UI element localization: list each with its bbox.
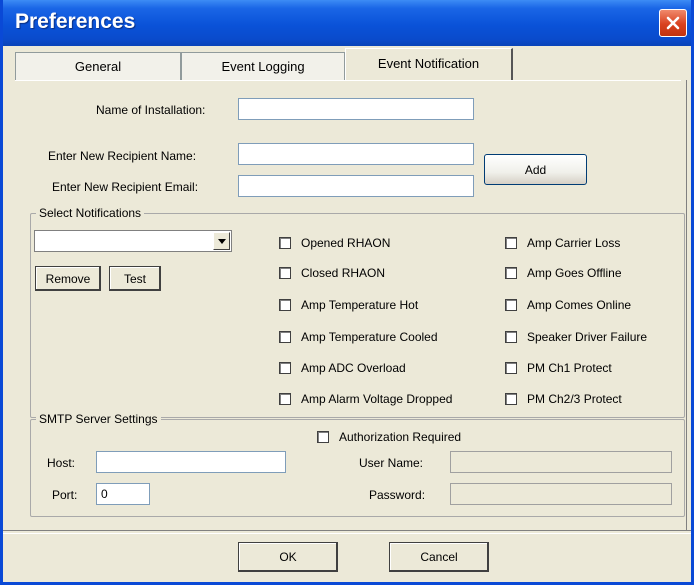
checkbox-amp-comes-online[interactable]: Amp Comes Online: [505, 298, 631, 312]
recipient-name-input[interactable]: [238, 143, 474, 165]
test-button[interactable]: Test: [109, 266, 161, 291]
checkbox-box[interactable]: [505, 299, 517, 311]
checkbox-label: Speaker Driver Failure: [527, 330, 648, 344]
checkbox-opened-rhaon[interactable]: Opened RHAON: [279, 236, 390, 250]
checkbox-box[interactable]: [505, 237, 517, 249]
checkbox-label: Closed RHAON: [301, 266, 386, 280]
checkbox-label: PM Ch2/3 Protect: [527, 392, 622, 406]
tab-general[interactable]: General: [15, 52, 181, 80]
checkbox-box[interactable]: [279, 393, 291, 405]
checkbox-amp-carrier-loss[interactable]: Amp Carrier Loss: [505, 236, 620, 250]
preferences-window: Preferences General Event Logging Event …: [0, 0, 694, 585]
checkbox-amp-goes-offline[interactable]: Amp Goes Offline: [505, 266, 622, 280]
checkbox-amp-adc-overload[interactable]: Amp ADC Overload: [279, 361, 406, 375]
tab-event-notification[interactable]: Event Notification: [345, 48, 513, 81]
close-button[interactable]: [659, 9, 687, 37]
ok-button[interactable]: OK: [238, 542, 338, 572]
checkbox-box[interactable]: [279, 331, 291, 343]
installation-name-input[interactable]: [238, 98, 474, 120]
username-input[interactable]: [450, 451, 672, 473]
checkbox-box[interactable]: [505, 267, 517, 279]
checkbox-pm-ch1-protect[interactable]: PM Ch1 Protect: [505, 361, 612, 375]
tab-label: General: [74, 59, 122, 74]
checkbox-pm-ch23-protect[interactable]: PM Ch2/3 Protect: [505, 392, 622, 406]
checkbox-box[interactable]: [279, 267, 291, 279]
checkbox-label: Amp Carrier Loss: [527, 236, 621, 250]
tab-label: Event Logging: [221, 59, 305, 74]
cancel-button[interactable]: Cancel: [389, 542, 489, 572]
checkbox-label: Amp Goes Offline: [527, 266, 622, 280]
checkbox-label: Amp ADC Overload: [301, 361, 406, 375]
installation-name-label: Name of Installation:: [96, 103, 206, 117]
checkbox-amp-temperature-cooled[interactable]: Amp Temperature Cooled: [279, 330, 438, 344]
port-label: Port:: [52, 488, 78, 502]
checkbox-label: Amp Temperature Cooled: [301, 330, 438, 344]
checkbox-label: Amp Alarm Voltage Dropped: [301, 392, 453, 406]
port-input[interactable]: 0: [96, 483, 150, 505]
tab-event-logging[interactable]: Event Logging: [181, 52, 345, 80]
checkbox-label: PM Ch1 Protect: [527, 361, 612, 375]
recipient-email-label: Enter New Recipient Email:: [52, 180, 199, 194]
password-input[interactable]: [450, 483, 672, 505]
recipient-name-label: Enter New Recipient Name:: [48, 149, 197, 163]
select-notifications-title: Select Notifications: [36, 206, 145, 220]
username-label: User Name:: [359, 456, 424, 470]
close-icon: [666, 16, 680, 30]
password-label: Password:: [369, 488, 426, 502]
checkbox-authorization-required[interactable]: Authorization Required: [317, 430, 461, 444]
checkbox-box[interactable]: [279, 299, 291, 311]
add-button[interactable]: Add: [484, 154, 587, 185]
checkbox-box[interactable]: [505, 331, 517, 343]
checkbox-speaker-driver-failure[interactable]: Speaker Driver Failure: [505, 330, 647, 344]
checkbox-label: Authorization Required: [339, 430, 462, 444]
checkbox-box[interactable]: [317, 431, 329, 443]
checkbox-amp-temperature-hot[interactable]: Amp Temperature Hot: [279, 298, 418, 312]
checkbox-box[interactable]: [505, 362, 517, 374]
remove-button[interactable]: Remove: [35, 266, 101, 291]
checkbox-label: Amp Comes Online: [527, 298, 632, 312]
checkbox-closed-rhaon[interactable]: Closed RHAON: [279, 266, 385, 280]
checkbox-amp-alarm-voltage-dropped[interactable]: Amp Alarm Voltage Dropped: [279, 392, 452, 406]
smtp-settings-title: SMTP Server Settings: [36, 412, 161, 426]
chevron-down-icon[interactable]: [213, 232, 230, 250]
checkbox-label: Amp Temperature Hot: [301, 298, 419, 312]
footer-separator: [3, 530, 691, 534]
checkbox-box[interactable]: [279, 237, 291, 249]
host-input[interactable]: [96, 451, 286, 473]
checkbox-box[interactable]: [505, 393, 517, 405]
checkbox-label: Opened RHAON: [301, 236, 391, 250]
recipient-select[interactable]: [34, 230, 232, 252]
window-title: Preferences: [15, 10, 136, 33]
title-bar[interactable]: Preferences: [3, 0, 691, 46]
checkbox-box[interactable]: [279, 362, 291, 374]
tab-label: Event Notification: [377, 56, 480, 71]
recipient-email-input[interactable]: [238, 175, 474, 197]
host-label: Host:: [47, 456, 76, 470]
